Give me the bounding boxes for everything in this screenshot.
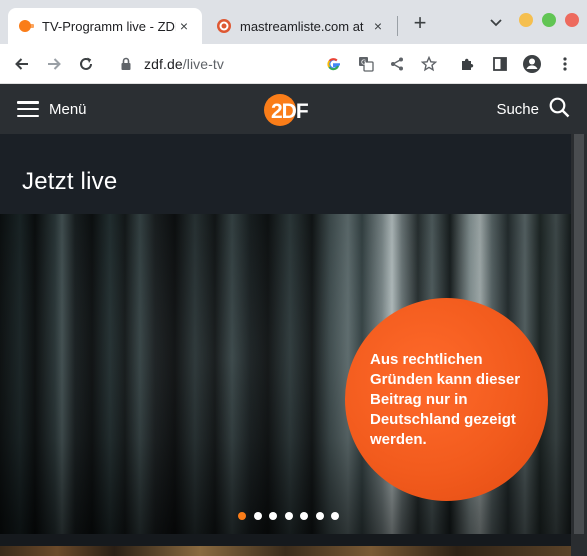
video-player[interactable]: Aus rechtlichen Gründen kann dieser Beit… <box>0 214 571 534</box>
search-icon <box>549 97 570 122</box>
live-section-header: Jetzt live <box>0 134 571 214</box>
search-label: Suche <box>496 100 539 118</box>
carousel-dot[interactable] <box>331 512 339 520</box>
window-close-button[interactable] <box>565 13 579 27</box>
url-path: /live-tv <box>182 56 224 72</box>
window-maximize-button[interactable] <box>542 13 556 27</box>
menu-button[interactable]: Menü <box>17 98 87 120</box>
svg-text:2DF: 2DF <box>271 100 309 123</box>
tab-separator <box>397 16 398 36</box>
svg-text:G: G <box>361 59 366 67</box>
tab-zdf[interactable]: TV-Programm live - ZDF × <box>8 8 202 44</box>
scrollbar-thumb[interactable] <box>574 134 584 534</box>
page-title: Jetzt live <box>22 168 118 195</box>
page-scrollbar[interactable] <box>571 134 587 556</box>
zdf-favicon-icon <box>18 18 34 34</box>
back-arrow-icon[interactable] <box>8 50 36 78</box>
kebab-menu-icon[interactable] <box>551 50 579 78</box>
profile-avatar-icon[interactable] <box>518 50 546 78</box>
share-icon[interactable] <box>383 50 411 78</box>
close-tab-icon[interactable]: × <box>370 18 386 34</box>
tab-title: TV-Programm live - ZDF <box>42 18 176 34</box>
window-minimize-button[interactable] <box>519 13 533 27</box>
zdf-logo[interactable]: 2DF <box>263 93 325 127</box>
carousel-dot[interactable] <box>315 512 324 520</box>
carousel-dot[interactable] <box>284 512 293 520</box>
browser-tab-bar: TV-Programm live - ZDF × mastreamliste.c… <box>0 0 587 44</box>
site-header: Menü 2DF Suche <box>0 84 587 134</box>
tab-title: mastreamliste.com at <box>240 18 364 34</box>
bookmark-star-icon[interactable] <box>415 50 443 78</box>
duckduckgo-favicon-icon <box>216 18 232 34</box>
close-tab-icon[interactable]: × <box>176 18 192 34</box>
translate-icon[interactable]: G <box>352 50 380 78</box>
geo-block-message: Aus rechtlichen Gründen kann dieser Beit… <box>370 350 521 448</box>
carousel-dot[interactable] <box>300 512 308 520</box>
url-domain: zdf.de <box>144 56 183 72</box>
side-panel-icon[interactable] <box>486 50 514 78</box>
carousel-dot[interactable] <box>253 512 262 520</box>
carousel-pagination <box>238 512 347 520</box>
reload-icon[interactable] <box>72 50 100 78</box>
section-divider <box>0 534 571 546</box>
next-teaser-image[interactable] <box>0 546 571 556</box>
lock-icon[interactable] <box>120 57 132 71</box>
menu-label: Menü <box>49 100 87 118</box>
tab-mastreamliste[interactable]: mastreamliste.com at × <box>206 8 396 44</box>
tab-search-chevron-icon[interactable] <box>486 12 506 32</box>
geo-block-notice: Aus rechtlichen Gründen kann dieser Beit… <box>345 298 548 501</box>
browser-toolbar: zdf.de/live-tv G <box>0 44 587 84</box>
forward-arrow-icon[interactable] <box>40 50 68 78</box>
search-button[interactable]: Suche <box>496 97 570 122</box>
hamburger-icon <box>17 101 39 117</box>
carousel-dot[interactable] <box>238 512 246 520</box>
extensions-puzzle-icon[interactable] <box>454 50 482 78</box>
new-tab-button[interactable]: + <box>408 12 432 36</box>
url-text: zdf.de/live-tv <box>144 56 224 72</box>
carousel-dot[interactable] <box>269 512 277 520</box>
google-search-icon[interactable] <box>320 50 348 78</box>
